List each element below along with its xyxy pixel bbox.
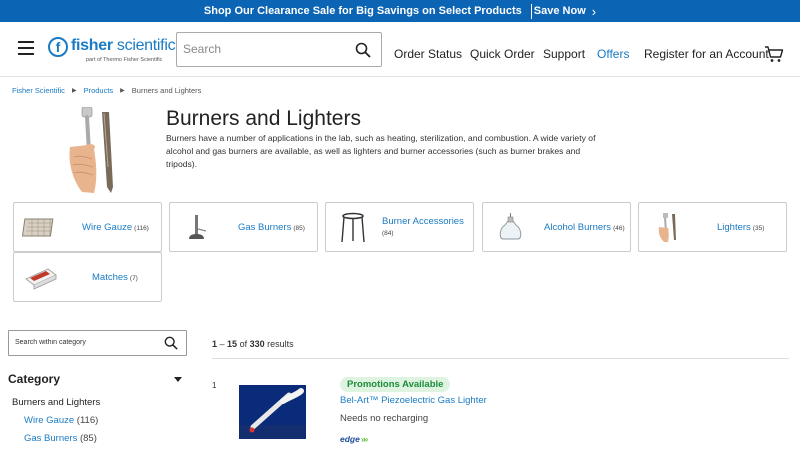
nav-offers[interactable]: Offers [597, 47, 629, 61]
caret-down-icon[interactable] [174, 377, 182, 382]
hamburger-menu-icon[interactable] [18, 41, 34, 55]
site-header: f fisher scientific part of Thermo Fishe… [0, 22, 800, 77]
tile-label: Gas Burners [238, 222, 292, 233]
result-title-link[interactable]: Bel-Art™ Piezoelectric Gas Lighter [340, 395, 487, 406]
results-of: of [239, 339, 248, 349]
promo-divider [530, 3, 532, 19]
promotions-badge: Promotions Available [340, 377, 451, 392]
breadcrumb-current: Burners and Lighters [131, 86, 202, 95]
category-hero-image [69, 107, 113, 193]
results-divider [212, 358, 789, 359]
category-item-gas-burners[interactable]: Gas Burners (85) [24, 433, 97, 444]
result-subtitle: Needs no recharging [340, 413, 429, 424]
caret-right-icon: ▶ [120, 88, 125, 94]
fisher-logo[interactable]: f fisher scientific part of Thermo Fishe… [48, 36, 176, 64]
tile-label: Lighters [717, 222, 751, 233]
tile-count: (85) [293, 225, 305, 232]
category-item-wire-gauze[interactable]: Wire Gauze (116) [24, 415, 98, 426]
page-title: Burners and Lighters [166, 107, 361, 130]
results-count: 1 – 15 of 330 results [212, 339, 294, 349]
site-search [176, 32, 382, 67]
nav-register[interactable]: Register for an Account [644, 47, 769, 61]
tile-alcohol-burners[interactable]: Alcohol Burners (46) [482, 202, 631, 252]
category-root: Burners and Lighters [12, 397, 101, 408]
logo-name-rest: scientific [112, 37, 176, 54]
tile-lighters[interactable]: Lighters (35) [638, 202, 787, 252]
promo-link[interactable]: Save Now [534, 5, 586, 17]
tripod-icon [341, 212, 365, 243]
tile-count: (84) [382, 230, 394, 237]
results-range-start: 1 [212, 339, 218, 349]
alcohol-burner-icon [499, 213, 522, 240]
nav-support[interactable]: Support [543, 47, 585, 61]
nav-order-status[interactable]: Order Status [394, 47, 462, 61]
tile-label: Wire Gauze [82, 222, 133, 233]
tile-count: (35) [752, 225, 765, 232]
breadcrumb-home[interactable]: Fisher Scientific [12, 86, 65, 95]
promo-banner[interactable]: Shop Our Clearance Sale for Big Savings … [0, 0, 800, 22]
chevron-right-icon: › [591, 3, 597, 19]
result-index: 1 [212, 381, 217, 390]
search-icon[interactable] [355, 42, 371, 58]
breadcrumb-products[interactable]: Products [84, 86, 114, 95]
search-icon[interactable] [164, 336, 178, 350]
lighter-icon [658, 213, 676, 242]
wire-gauze-icon [22, 218, 54, 237]
logo-mark-icon: f [48, 37, 68, 57]
logo-tagline: part of Thermo Fisher Scientific [86, 57, 163, 63]
tile-count: (46) [613, 225, 625, 232]
category-item-label: Wire Gauze [24, 415, 75, 426]
results-suffix: results [267, 339, 294, 349]
tile-wire-gauze[interactable]: Wire Gauze (116) [13, 202, 162, 252]
promo-text: Shop Our Clearance Sale for Big Savings … [203, 5, 522, 17]
category-item-label: Gas Burners [24, 433, 78, 444]
result-product-image[interactable] [239, 385, 306, 439]
edge-brand-logo: edge»» [340, 434, 369, 444]
breadcrumb: Fisher Scientific ▶ Products ▶ Burners a… [12, 86, 201, 95]
double-chevron-icon: »» [360, 434, 369, 444]
tile-burner-accessories[interactable]: Burner Accessories (84) [325, 202, 474, 252]
nav-quick-order[interactable]: Quick Order [470, 47, 535, 61]
tile-label: Alcohol Burners [544, 222, 612, 233]
page-description: Burners have a number of applications in… [166, 133, 596, 169]
cart-icon[interactable] [764, 45, 784, 63]
tile-label: Burner Accessories [382, 216, 464, 227]
tile-label: Matches [92, 272, 128, 283]
caret-right-icon: ▶ [71, 88, 77, 94]
category-item-count: (116) [76, 415, 99, 426]
category-search-input[interactable] [15, 339, 155, 346]
gas-burner-icon [189, 215, 207, 239]
edge-brand-text: edge [340, 434, 360, 444]
tile-gas-burners[interactable]: Gas Burners (85) [169, 202, 318, 252]
category-item-count: (85) [79, 433, 97, 444]
category-heading[interactable]: Category [8, 372, 60, 386]
results-total: 330 [249, 339, 265, 349]
tile-matches[interactable]: Matches (7) [13, 252, 162, 302]
search-input[interactable] [183, 42, 343, 56]
tile-count: (7) [129, 275, 138, 282]
logo-name-bold: fisher [71, 37, 113, 54]
matches-icon [25, 268, 57, 290]
tile-count: (116) [134, 225, 149, 232]
results-range-end: 15 [227, 339, 238, 349]
category-search [8, 330, 187, 356]
